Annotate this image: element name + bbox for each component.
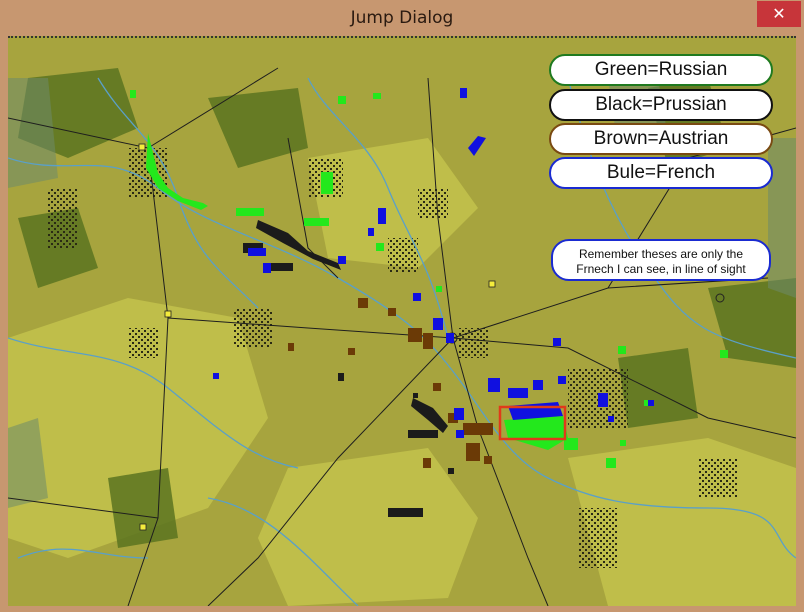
map-view[interactable]: Green=Russian Black=Prussian Brown=Austr… [8, 36, 796, 606]
window-title: Jump Dialog [350, 8, 454, 28]
close-button[interactable]: ✕ [757, 1, 801, 27]
jump-dialog-window: Jump Dialog ✕ Green=Russian Black=Prussi… [0, 0, 804, 612]
sight-note: Remember theses are only the Frnech I ca… [551, 239, 771, 281]
sight-note-line1: Remember theses are only the [578, 247, 744, 261]
title-bar: Jump Dialog ✕ [0, 0, 804, 36]
legend-prussian: Black=Prussian [549, 89, 773, 121]
legend-russian: Green=Russian [549, 54, 773, 86]
sight-note-line2: Frnech I can see, in line of sight [576, 262, 746, 276]
legend-french: Bule=French [549, 157, 773, 189]
legend-austrian: Brown=Austrian [549, 123, 773, 155]
